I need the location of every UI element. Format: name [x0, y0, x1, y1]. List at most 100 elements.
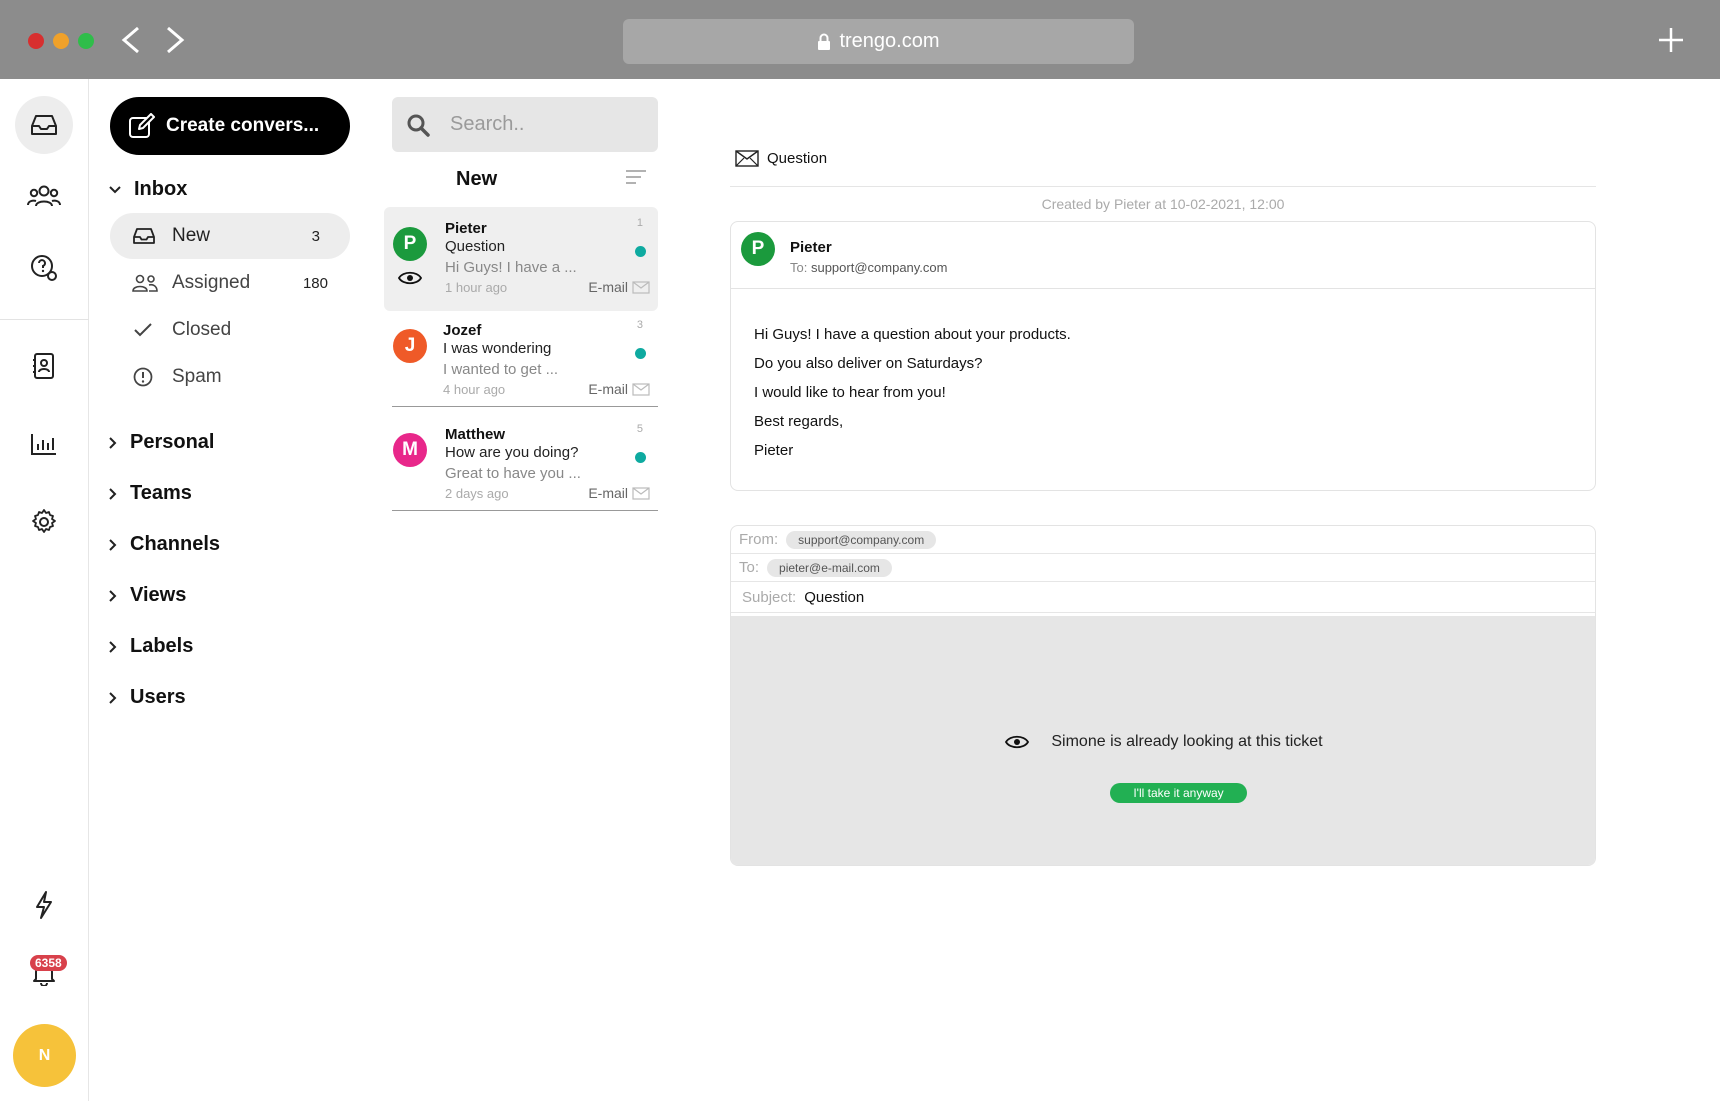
channel-label: E-mail: [588, 485, 628, 501]
conversation-subject: Question: [445, 238, 506, 255]
eye-icon: [1005, 735, 1030, 749]
from-chip[interactable]: support@company.com: [786, 530, 937, 549]
message-line: I would like to hear from you!: [754, 384, 946, 401]
minimize-window-button[interactable]: [53, 33, 69, 49]
section-label: Channels: [130, 533, 221, 555]
conversation-preview: Great to have you ...: [445, 465, 581, 482]
address-book-icon: [33, 353, 54, 379]
lock-message-row: Simone is already looking at this ticket: [731, 733, 1595, 751]
contact-avatar: J: [393, 329, 427, 363]
sidebar-item-label: New: [172, 225, 211, 246]
sidebar-item-spam[interactable]: Spam: [110, 354, 350, 400]
unread-status-dot: [635, 348, 646, 359]
bar-chart-icon: [31, 434, 56, 455]
message-line: Do you also deliver on Saturdays?: [754, 355, 983, 372]
user-avatar[interactable]: N: [13, 1024, 76, 1087]
unread-status-dot: [635, 246, 646, 257]
eye-icon: [398, 271, 422, 285]
take-ticket-button[interactable]: I'll take it anyway: [1110, 783, 1247, 803]
rail-contacts-button[interactable]: [15, 167, 73, 225]
conversation-number: 1: [636, 217, 643, 229]
contact-name: Pieter: [445, 220, 487, 237]
conversation-number: 5: [636, 423, 643, 435]
message-body: Hi Guys! I have a question about your pr…: [731, 289, 1595, 465]
rail-inbox-button[interactable]: [15, 96, 73, 154]
inbox-section-label: Inbox: [134, 178, 188, 200]
conversation-item[interactable]: M Matthew How are you doing? Great to ha…: [384, 413, 658, 517]
rail-notifications-button[interactable]: [15, 944, 73, 1002]
alert-circle-icon: [133, 367, 153, 387]
rail-contacts-book-button[interactable]: [15, 337, 73, 395]
sidebar-section-labels[interactable]: Labels: [108, 635, 193, 658]
conversation-preview: Hi Guys! I have a ...: [445, 259, 577, 276]
rail-reports-button[interactable]: [15, 415, 73, 473]
ticket-lock-overlay: Simone is already looking at this ticket…: [731, 616, 1595, 865]
rail-help-center-button[interactable]: [15, 239, 73, 297]
sidebar-section-views[interactable]: Views: [108, 584, 186, 607]
channel-indicator: E-mail: [588, 279, 650, 295]
conversation-time: 1 hour ago: [445, 280, 508, 295]
ticket-subject: Question: [767, 150, 828, 167]
search-placeholder: Search..: [450, 113, 525, 135]
contact-avatar: M: [393, 433, 427, 467]
compose-icon: [129, 113, 155, 138]
conversation-subject: How are you doing?: [445, 444, 579, 461]
sidebar-item-count: 180: [302, 274, 328, 292]
search-input[interactable]: Search..: [392, 97, 658, 152]
maximize-window-button[interactable]: [78, 33, 94, 49]
users-icon: [132, 274, 158, 292]
subject-field[interactable]: Subject: Question: [731, 582, 1595, 613]
sidebar-section-teams[interactable]: Teams: [108, 482, 192, 505]
chevron-right-icon: [109, 640, 117, 653]
lock-icon: [818, 33, 831, 50]
section-label: Labels: [130, 635, 194, 657]
create-conversation-button[interactable]: Create convers...: [110, 97, 350, 155]
users-group-icon: [27, 185, 61, 207]
rail-automation-button[interactable]: [15, 876, 73, 934]
search-icon: [407, 114, 430, 137]
sidebar-item-assigned[interactable]: Assigned 180: [110, 260, 350, 306]
close-window-button[interactable]: [28, 33, 44, 49]
list-divider: [392, 510, 658, 511]
conversation-time: 2 days ago: [445, 486, 509, 501]
forward-arrow-icon[interactable]: [160, 22, 190, 58]
sort-lines-icon[interactable]: [625, 169, 647, 185]
envelope-icon: [632, 382, 650, 396]
from-field[interactable]: From: support@company.com: [731, 526, 1595, 554]
address-bar[interactable]: trengo.com: [623, 19, 1134, 64]
list-title: New: [456, 168, 498, 190]
rail-divider: [0, 319, 89, 320]
conversation-item[interactable]: P Pieter Question Hi Guys! I have a ... …: [384, 207, 658, 311]
inbox-section-toggle[interactable]: Inbox: [108, 178, 187, 201]
channel-indicator: E-mail: [588, 485, 650, 501]
reply-composer: From: support@company.com To: pieter@e-m…: [730, 525, 1596, 866]
envelope-icon: [632, 486, 650, 500]
lightning-bolt-icon: [36, 891, 52, 919]
sender-avatar: P: [741, 232, 775, 266]
to-field[interactable]: To: pieter@e-mail.com: [731, 554, 1595, 582]
new-tab-plus-icon[interactable]: [1656, 25, 1686, 55]
sidebar-section-users[interactable]: Users: [108, 686, 186, 709]
envelope-icon: [735, 150, 759, 167]
to-label: To:: [739, 559, 760, 576]
conversation-item[interactable]: J Jozef I was wondering I wanted to get …: [384, 309, 658, 413]
subject-value: Question: [804, 588, 865, 606]
sidebar-item-count: 3: [311, 227, 320, 245]
conversation-number: 3: [636, 319, 643, 331]
to-address: support@company.com: [810, 260, 948, 275]
conversation-list: Search.. New P Pieter Question Hi Guys! …: [383, 79, 661, 1101]
rail-settings-button[interactable]: [15, 493, 73, 551]
created-info: Created by Pieter at 10-02-2021, 12:00: [1041, 196, 1285, 212]
sidebar-section-personal[interactable]: Personal: [108, 431, 214, 454]
back-arrow-icon[interactable]: [116, 22, 146, 58]
ticket-subject-row: Question: [735, 150, 827, 167]
envelope-icon: [632, 280, 650, 294]
sidebar-item-closed[interactable]: Closed: [110, 307, 350, 353]
inbox-tray-icon: [133, 228, 155, 244]
section-label: Users: [130, 686, 186, 708]
to-chip[interactable]: pieter@e-mail.com: [767, 558, 892, 577]
left-rail: 6358 N: [0, 79, 89, 1101]
sidebar-section-channels[interactable]: Channels: [108, 533, 220, 556]
sidebar-item-new[interactable]: New 3: [110, 213, 350, 259]
gear-icon: [32, 509, 56, 533]
